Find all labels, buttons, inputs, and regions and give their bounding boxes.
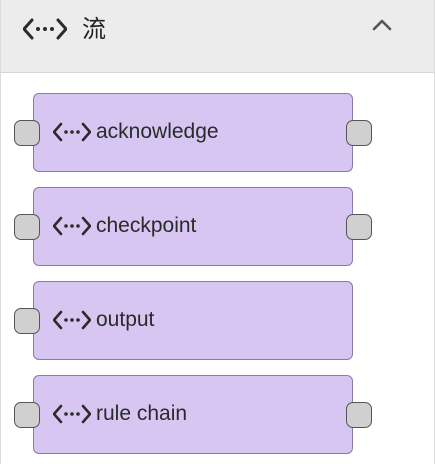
chevron-up-icon[interactable] (367, 10, 397, 40)
input-port[interactable] (14, 214, 40, 240)
node-output[interactable]: output (14, 281, 353, 360)
node-rule-chain[interactable]: rule chain (14, 375, 372, 454)
output-port[interactable] (346, 402, 372, 428)
node-library-panel: 流 acknowledge checkpoint output rule cha… (0, 0, 435, 464)
input-port[interactable] (14, 308, 40, 334)
node-label: rule chain (96, 402, 188, 425)
input-port[interactable] (14, 120, 40, 146)
code-brackets-icon (52, 121, 92, 143)
category-header[interactable]: 流 (1, 0, 434, 73)
node-label: acknowledge (96, 120, 219, 143)
category-title: 流 (82, 15, 106, 43)
node-acknowledge[interactable]: acknowledge (14, 93, 372, 172)
code-brackets-icon (52, 215, 92, 237)
code-brackets-icon (22, 17, 68, 41)
output-port[interactable] (346, 214, 372, 240)
node-label: checkpoint (96, 214, 197, 237)
output-port[interactable] (346, 120, 372, 146)
node-label: output (96, 308, 155, 331)
code-brackets-icon (52, 309, 92, 331)
node-checkpoint[interactable]: checkpoint (14, 187, 372, 266)
code-brackets-icon (52, 403, 92, 425)
input-port[interactable] (14, 402, 40, 428)
